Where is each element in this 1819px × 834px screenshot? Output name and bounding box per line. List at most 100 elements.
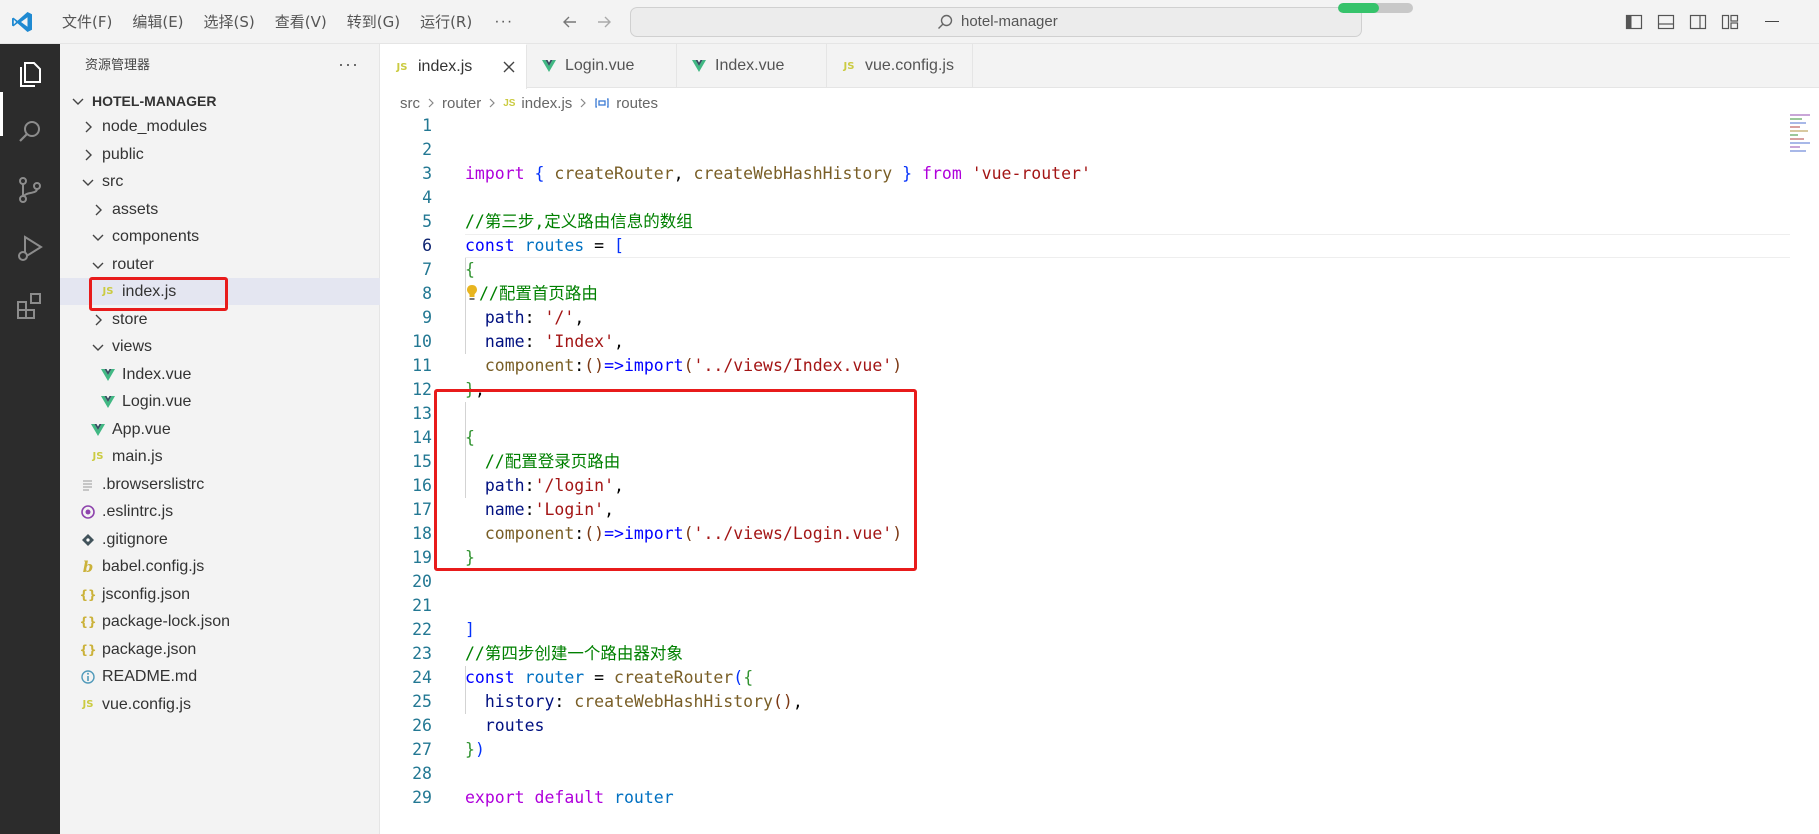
back-arrow-icon[interactable] (560, 12, 580, 32)
tree-item-gitignore[interactable]: .gitignore (60, 526, 380, 553)
tree-item-node-modules[interactable]: node_modules (60, 113, 380, 140)
tree-item-components[interactable]: components (60, 223, 380, 250)
toggle-secondary-sidebar-icon[interactable] (1688, 12, 1708, 32)
tree-item-label: package-lock.json (102, 612, 231, 630)
eslint-icon (81, 504, 95, 519)
search-view-icon[interactable] (14, 116, 46, 148)
line-number: 9 (422, 308, 432, 327)
menu-more-button[interactable]: ··· (482, 0, 525, 44)
line-number: 8 (422, 284, 432, 303)
breadcrumb-item[interactable]: router (442, 95, 481, 112)
tree-item-vue-config[interactable]: JS vue.config.js (60, 691, 380, 718)
workspace-root-folder[interactable]: HOTEL-MANAGER (70, 90, 216, 112)
line-number: 26 (412, 716, 432, 735)
tree-item-router[interactable]: router (60, 251, 380, 278)
vue-file-icon (542, 60, 556, 72)
chevron-right-icon (428, 98, 434, 108)
tree-item-package-json[interactable]: {} package.json (60, 636, 380, 663)
git-icon (82, 533, 94, 546)
explorer-sidebar: 资源管理器 ··· HOTEL-MANAGER node_modules pub… (60, 44, 380, 834)
line-number: 6 (422, 236, 432, 255)
line-number: 2 (422, 140, 432, 159)
chevron-down-icon (72, 98, 84, 105)
tree-item-index-vue[interactable]: Index.vue (60, 361, 380, 388)
info-icon (81, 669, 95, 684)
tree-item-label: public (102, 145, 144, 163)
customize-layout-icon[interactable] (1720, 12, 1740, 32)
tree-item-label: assets (112, 200, 159, 218)
line-number: 27 (412, 740, 432, 759)
tree-item-login-vue[interactable]: Login.vue (60, 388, 380, 415)
tree-item-label: App.vue (112, 420, 171, 438)
tree-item-babel-config[interactable]: b babel.config.js (60, 553, 380, 580)
tree-item-browserslistrc[interactable]: .browserslistrc (60, 471, 380, 498)
tab-index-js[interactable]: JS index.js (380, 44, 527, 89)
tab-index-vue[interactable]: Index.vue (677, 44, 827, 88)
tree-item-label: src (102, 172, 124, 190)
toggle-primary-sidebar-icon[interactable] (1624, 12, 1644, 32)
line-number: 7 (422, 260, 432, 279)
extensions-icon[interactable] (14, 290, 46, 322)
tree-item-main-js[interactable]: JS main.js (60, 443, 380, 470)
command-center[interactable]: hotel-manager (630, 7, 1362, 37)
explorer-icon[interactable] (14, 58, 46, 90)
minimap[interactable] (1790, 114, 1816, 174)
source-control-icon[interactable] (14, 174, 46, 206)
toggle-panel-icon[interactable] (1656, 12, 1676, 32)
line-number: 21 (412, 596, 432, 615)
menu-run[interactable]: 运行(R) (410, 0, 482, 44)
breadcrumb-item[interactable]: src (400, 95, 420, 112)
explorer-more-button[interactable]: ··· (338, 44, 359, 84)
line-number: 28 (412, 764, 432, 783)
command-center-title: hotel-manager (961, 13, 1058, 30)
menu-selection[interactable]: 选择(S) (194, 0, 265, 44)
minimize-button[interactable] (1765, 21, 1779, 22)
tree-item-eslintrc[interactable]: .eslintrc.js (60, 498, 380, 525)
line-number: 11 (412, 356, 432, 375)
tree-item-readme[interactable]: README.md (60, 663, 380, 690)
forward-arrow-icon[interactable] (594, 12, 614, 32)
tree-item-label: node_modules (102, 117, 207, 135)
line-number: 3 (422, 164, 432, 183)
js-file-icon: JS (396, 61, 408, 73)
progress-bar (1338, 3, 1413, 13)
tree-item-views[interactable]: views (60, 333, 380, 360)
tree-item-package-lock[interactable]: {} package-lock.json (60, 608, 380, 635)
tree-item-label: .eslintrc.js (102, 502, 174, 520)
breadcrumb: src router JS index.js routes (400, 92, 658, 114)
menu-file[interactable]: 文件(F) (52, 0, 122, 44)
json-file-icon: {} (79, 642, 97, 657)
tree-item-assets[interactable]: assets (60, 196, 380, 223)
tree-item-jsconfig[interactable]: {} jsconfig.json (60, 581, 380, 608)
run-debug-icon[interactable] (14, 232, 46, 264)
breadcrumb-item[interactable]: routes (616, 95, 658, 112)
chevron-right-icon (95, 314, 102, 325)
activity-bar (0, 44, 60, 834)
tree-item-public[interactable]: public (60, 141, 380, 168)
chevron-down-icon (92, 262, 104, 269)
vue-file-icon (101, 395, 115, 408)
tab-vue-config[interactable]: JS vue.config.js (827, 44, 973, 88)
lines-file-icon (83, 479, 92, 491)
line-number: 15 (412, 452, 432, 471)
tree-item-app-vue[interactable]: App.vue (60, 416, 380, 443)
tree-item-src[interactable]: src (60, 168, 380, 195)
tree-item-label: router (112, 255, 154, 273)
json-file-icon: {} (79, 587, 97, 602)
tree-item-label: babel.config.js (102, 557, 205, 575)
menu-view[interactable]: 查看(V) (265, 0, 337, 44)
menu-bar: 文件(F) 编辑(E) 选择(S) 查看(V) 转到(G) 运行(R) ··· (52, 0, 525, 44)
line-number: 23 (412, 644, 432, 663)
chevron-right-icon (580, 98, 587, 108)
line-number: 25 (412, 692, 432, 711)
babel-icon: b (82, 557, 94, 576)
tab-login-vue[interactable]: Login.vue (527, 44, 677, 88)
tree-item-label: Index.vue (122, 365, 192, 383)
vue-file-icon (101, 368, 115, 381)
close-icon[interactable] (502, 60, 516, 74)
menu-go[interactable]: 转到(G) (337, 0, 410, 44)
breadcrumb-item[interactable]: index.js (521, 95, 572, 112)
vue-file-icon (692, 60, 706, 72)
js-file-icon: JS (82, 699, 94, 710)
menu-edit[interactable]: 编辑(E) (122, 0, 193, 44)
